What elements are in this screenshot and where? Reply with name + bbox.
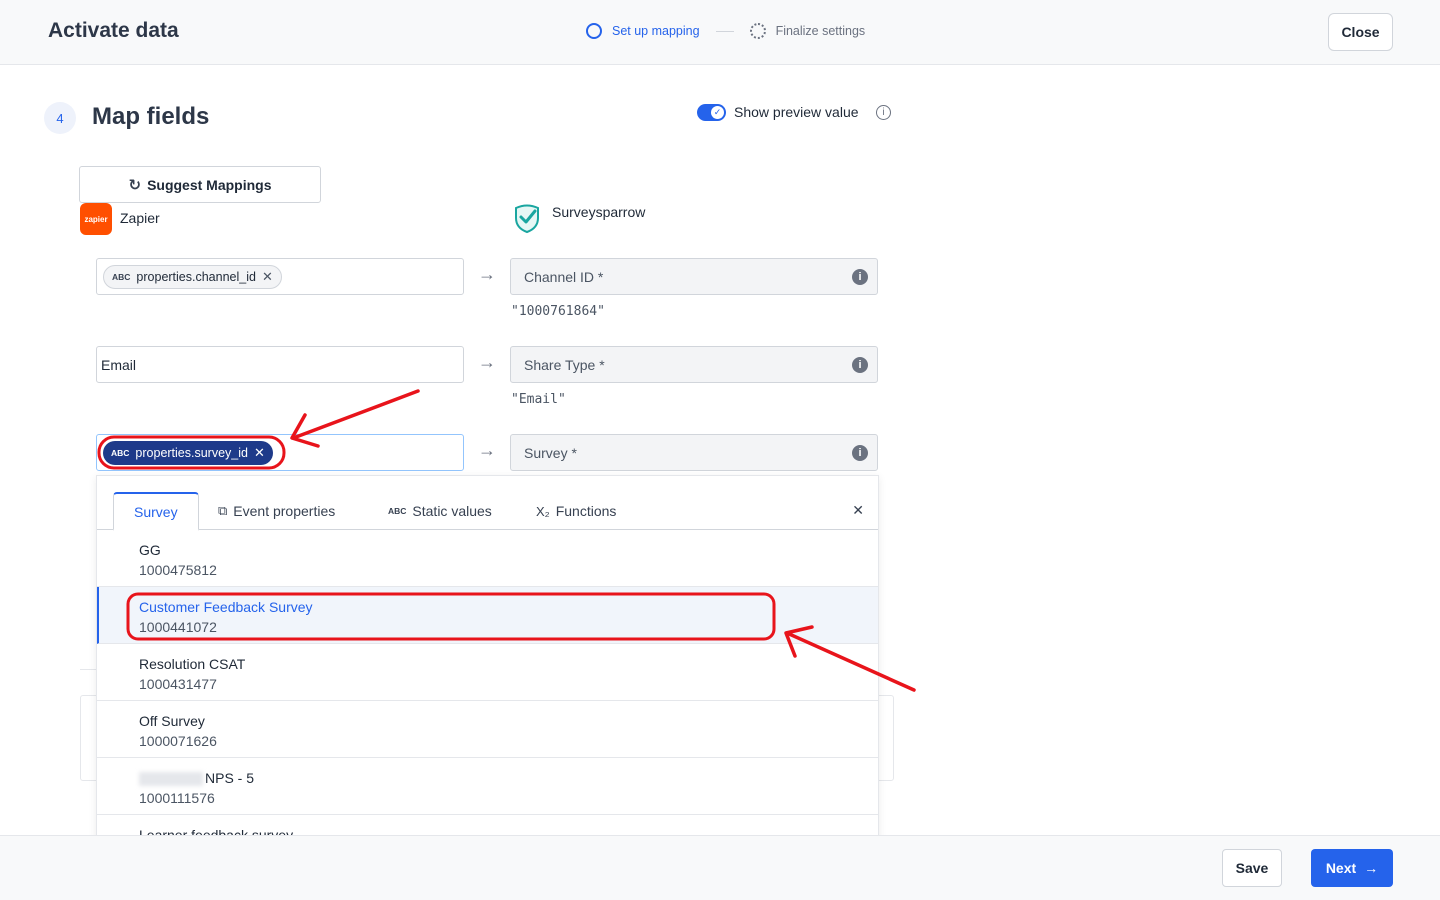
info-icon[interactable]: i xyxy=(852,269,868,285)
arrow-right-icon: → xyxy=(478,352,496,372)
abc-icon: ABC xyxy=(388,506,407,516)
abc-icon: ABC xyxy=(111,447,130,458)
tab-static-values[interactable]: ABC Static values xyxy=(368,492,512,530)
picker-tabs: Survey ⧉ Event properties ABC Static val… xyxy=(97,476,878,531)
tab-survey[interactable]: Survey xyxy=(113,492,199,531)
source-field-channel-id[interactable]: ABC properties.channel_id ✕ xyxy=(96,258,464,295)
abc-icon: ABC xyxy=(112,271,131,282)
section-number-badge: 4 xyxy=(44,102,76,134)
next-button[interactable]: Next → xyxy=(1311,849,1393,887)
step-active-icon xyxy=(586,23,602,39)
target-field-share-type[interactable]: Share Type * i xyxy=(510,346,878,383)
source-field-share-type[interactable]: Email xyxy=(96,346,464,383)
info-icon[interactable]: i xyxy=(852,445,868,461)
remove-chip-icon[interactable]: ✕ xyxy=(254,445,265,461)
section-title: Map fields xyxy=(92,103,210,130)
arrow-right-icon: → xyxy=(478,264,496,284)
target-field-channel-id[interactable]: Channel ID * i xyxy=(510,258,878,295)
tab-functions[interactable]: X₂ Functions xyxy=(516,492,636,530)
surveysparrow-logo xyxy=(515,204,539,234)
source-text-value: Email xyxy=(101,356,137,373)
function-icon: X₂ xyxy=(536,503,550,519)
info-icon[interactable]: i xyxy=(876,105,891,120)
arrow-right-icon: → xyxy=(478,440,496,460)
check-icon: ✓ xyxy=(711,106,724,119)
sparkle-refresh-icon: ↻ xyxy=(128,176,142,194)
stepper: Set up mapping Finalize settings xyxy=(586,23,865,39)
remove-chip-icon[interactable]: ✕ xyxy=(262,269,273,285)
close-icon[interactable]: ✕ xyxy=(852,502,864,519)
zapier-logo: zapier xyxy=(80,203,112,235)
list-item-selected[interactable]: Customer Feedback Survey 1000441072 xyxy=(97,587,878,644)
close-button[interactable]: Close xyxy=(1328,13,1393,51)
preview-value: "1000761864" xyxy=(511,304,605,319)
target-label: Share Type * xyxy=(524,356,605,373)
list-item[interactable]: GG 1000475812 xyxy=(97,530,878,587)
suggest-mappings-label: Suggest Mappings xyxy=(147,176,272,193)
arrow-right-icon: → xyxy=(1364,860,1379,876)
value-picker-dropdown: Survey ⧉ Event properties ABC Static val… xyxy=(96,475,879,875)
page-title: Activate data xyxy=(48,19,179,42)
list-item[interactable]: NPS - 5 1000111576 xyxy=(97,758,878,815)
list-item[interactable]: Off Survey 1000071626 xyxy=(97,701,878,758)
tab-event-properties[interactable]: ⧉ Event properties xyxy=(198,492,355,530)
target-label: Survey * xyxy=(524,444,577,461)
survey-list: GG 1000475812 Customer Feedback Survey 1… xyxy=(97,530,878,872)
list-item[interactable]: Resolution CSAT 1000431477 xyxy=(97,644,878,701)
save-button[interactable]: Save xyxy=(1222,849,1282,887)
property-chip[interactable]: ABC properties.channel_id ✕ xyxy=(103,264,282,289)
preview-toggle-label: Show preview value xyxy=(734,104,859,120)
preview-toggle[interactable]: ✓ xyxy=(697,104,726,121)
destination-name: Surveysparrow xyxy=(552,204,646,220)
event-properties-icon: ⧉ xyxy=(218,503,228,518)
step-pending-icon xyxy=(749,23,766,39)
redacted-text xyxy=(139,772,203,787)
step-set-up-mapping[interactable]: Set up mapping xyxy=(612,24,700,38)
target-label: Channel ID * xyxy=(524,268,604,285)
info-icon[interactable]: i xyxy=(852,357,868,373)
step-finalize-settings[interactable]: Finalize settings xyxy=(776,24,866,38)
suggest-mappings-button[interactable]: ↻ Suggest Mappings xyxy=(79,166,321,203)
step-divider xyxy=(715,30,734,32)
chip-label: properties.survey_id xyxy=(135,445,248,460)
preview-value: "Email" xyxy=(511,392,566,407)
source-field-survey[interactable]: ABC properties.survey_id ✕ xyxy=(96,434,464,471)
target-field-survey[interactable]: Survey * i xyxy=(510,434,878,471)
top-bar: Activate data Set up mapping Finalize se… xyxy=(0,0,1440,65)
chip-label: properties.channel_id xyxy=(136,269,256,284)
source-name: Zapier xyxy=(120,210,160,226)
property-chip[interactable]: ABC properties.survey_id ✕ xyxy=(103,440,273,465)
